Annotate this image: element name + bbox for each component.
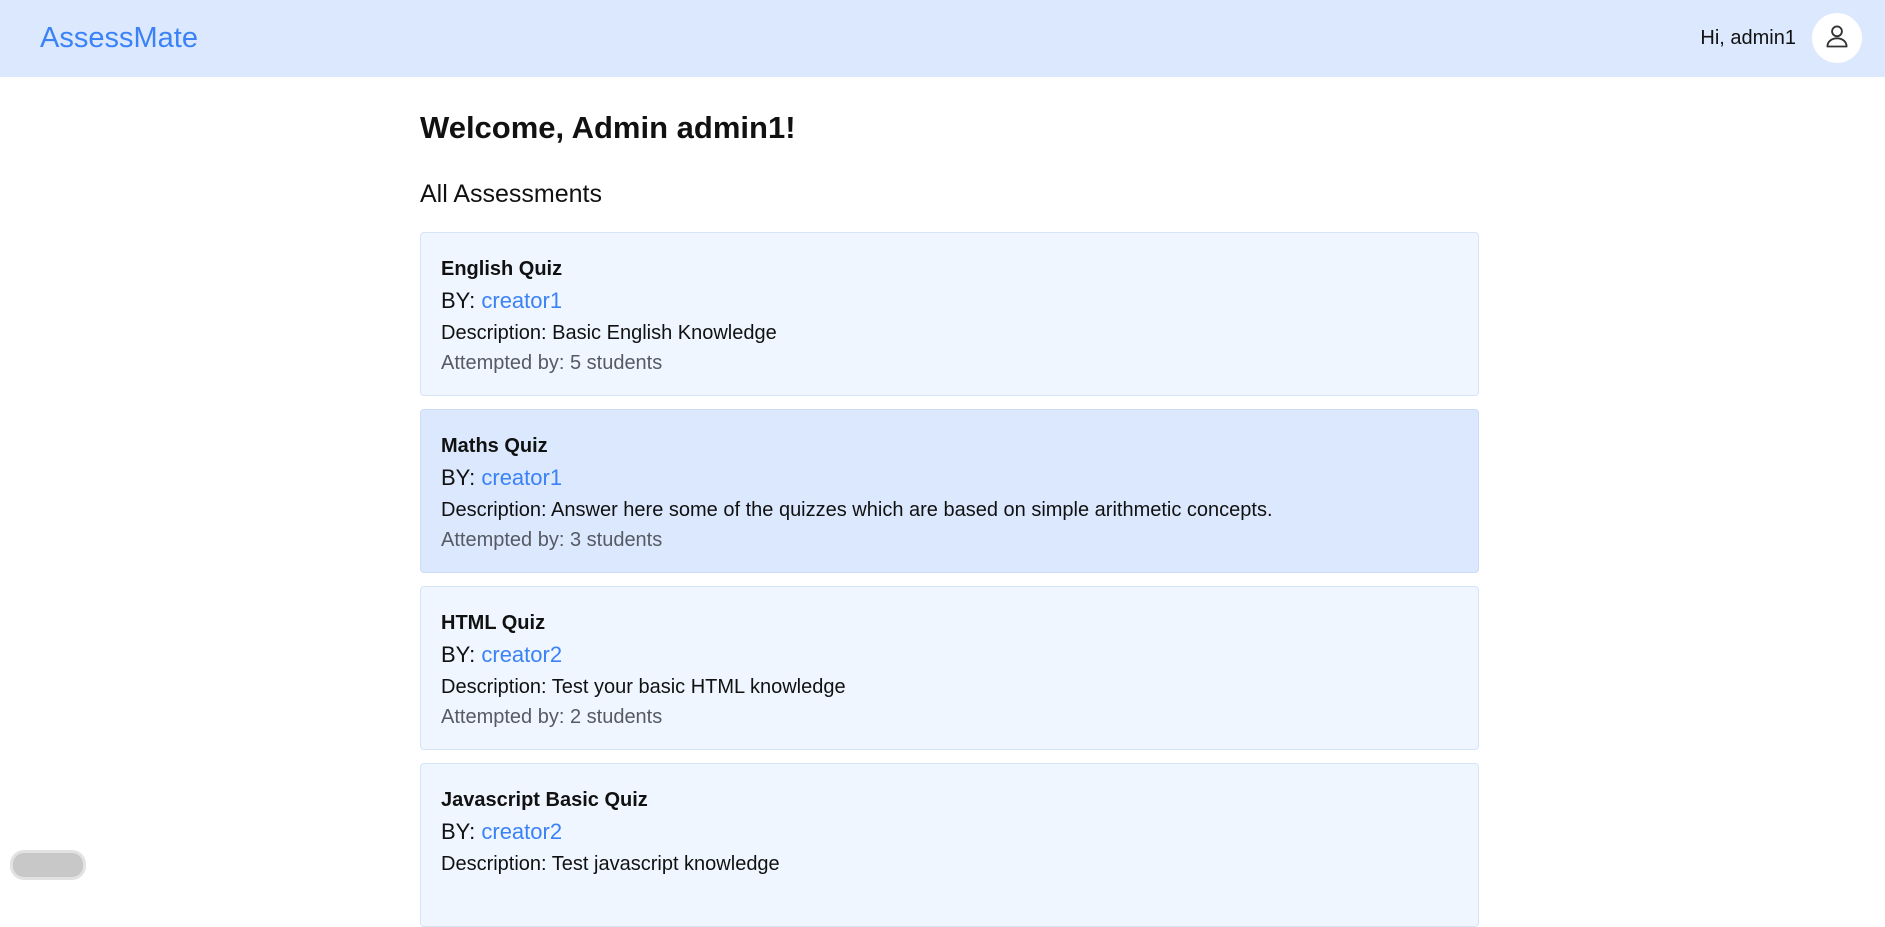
assessment-description: Description: Test javascript knowledge <box>441 853 780 875</box>
creator-link[interactable]: creator2 <box>481 819 562 844</box>
by-label: BY: <box>441 642 476 667</box>
user-greeting: Hi, admin1 <box>1700 27 1796 49</box>
by-label: BY: <box>441 465 476 490</box>
creator-link[interactable]: creator2 <box>481 642 562 667</box>
by-label: BY: <box>441 819 476 844</box>
assessment-author-line: BY: creator2 <box>441 817 562 847</box>
section-title: All Assessments <box>420 180 603 208</box>
assessment-attempts: Attempted by: 5 students <box>441 352 663 374</box>
creator-link[interactable]: creator1 <box>481 288 562 313</box>
assessment-card[interactable]: English Quiz BY: creator1 Description: B… <box>420 232 1479 396</box>
assessment-card[interactable]: Javascript Basic Quiz BY: creator2 Descr… <box>420 763 1479 927</box>
by-label: BY: <box>441 288 476 313</box>
welcome-heading: Welcome, Admin admin1! <box>420 110 796 145</box>
assessment-description: Description: Basic English Knowledge <box>441 322 777 344</box>
assessment-card[interactable]: HTML Quiz BY: creator2 Description: Test… <box>420 586 1479 750</box>
assessment-description: Description: Test your basic HTML knowle… <box>441 676 846 698</box>
assessment-attempts: Attempted by: 3 students <box>441 529 663 551</box>
creator-link[interactable]: creator1 <box>481 465 562 490</box>
brand-logo-link[interactable]: AssessMate <box>40 20 198 56</box>
assessment-card[interactable]: Maths Quiz BY: creator1 Description: Ans… <box>420 409 1479 573</box>
assessment-title: English Quiz <box>441 258 563 280</box>
assessment-author-line: BY: creator1 <box>441 463 562 493</box>
profile-avatar-button[interactable] <box>1812 13 1862 63</box>
assessment-author-line: BY: creator2 <box>441 640 562 670</box>
assessment-attempts: Attempted by: 2 students <box>441 706 663 728</box>
assessment-title: HTML Quiz <box>441 612 546 634</box>
assessment-title: Javascript Basic Quiz <box>441 789 648 811</box>
top-navbar: AssessMate Hi, admin1 <box>0 0 1885 77</box>
floating-corner-button[interactable] <box>10 850 86 880</box>
user-icon <box>1823 22 1851 55</box>
assessment-title: Maths Quiz <box>441 435 548 457</box>
assessment-description: Description: Answer here some of the qui… <box>441 499 1273 521</box>
assessment-author-line: BY: creator1 <box>441 286 562 316</box>
